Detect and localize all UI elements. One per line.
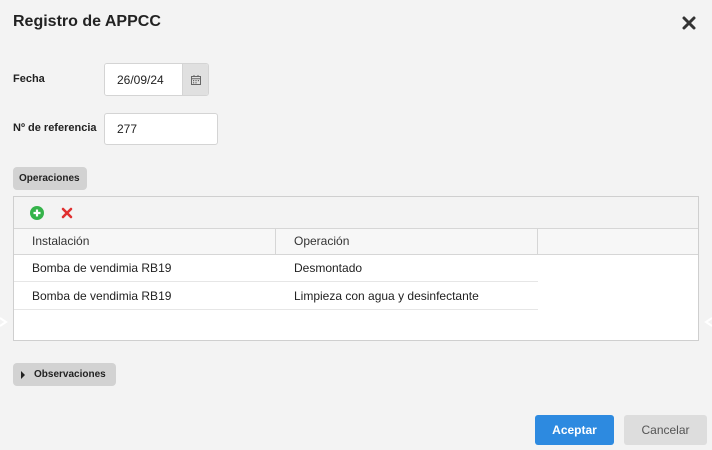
cancel-button[interactable]: Cancelar	[624, 415, 707, 445]
column-header-instalacion[interactable]: Instalación	[14, 229, 276, 254]
panel-edge-right-icon	[704, 317, 712, 327]
cell-instalacion: Bomba de vendimia RB19	[32, 261, 172, 275]
accept-button[interactable]: Aceptar	[535, 415, 614, 445]
operaciones-tab[interactable]: Operaciones	[13, 167, 87, 190]
table-row[interactable]: Bomba de vendimia RB19 Limpieza con agua…	[14, 283, 538, 310]
fecha-label: Fecha	[13, 73, 45, 85]
panel-edge-left-icon	[0, 317, 8, 327]
operaciones-tab-label: Operaciones	[19, 173, 80, 184]
cell-instalacion: Bomba de vendimia RB19	[32, 289, 172, 303]
calendar-icon	[191, 74, 201, 85]
add-operation-button[interactable]	[30, 206, 44, 220]
dialog-title: Registro de APPCC	[13, 13, 161, 30]
operaciones-toolbar	[14, 197, 698, 229]
add-circle-icon	[30, 206, 44, 220]
delete-x-icon	[61, 207, 73, 219]
fecha-input[interactable]	[105, 64, 182, 95]
calendar-button[interactable]	[182, 64, 208, 95]
close-button[interactable]	[680, 14, 698, 32]
operaciones-panel: Instalación Operación Bomba de vendimia …	[13, 196, 699, 341]
delete-operation-button[interactable]	[60, 206, 74, 220]
cell-operacion: Desmontado	[294, 261, 363, 275]
observaciones-tab[interactable]: Observaciones	[13, 363, 116, 386]
caret-right-icon	[21, 370, 25, 379]
close-icon	[682, 16, 696, 30]
referencia-input[interactable]	[104, 113, 218, 145]
fecha-field	[104, 63, 209, 96]
referencia-label: Nº de referencia	[13, 122, 97, 134]
grid-header: Instalación Operación	[14, 229, 698, 255]
table-row[interactable]: Bomba de vendimia RB19 Desmontado	[14, 255, 538, 282]
column-header-operacion[interactable]: Operación	[276, 229, 538, 254]
cell-operacion: Limpieza con agua y desinfectante	[294, 289, 479, 303]
appcc-dialog: Registro de APPCC Fecha Nº de referencia…	[0, 0, 712, 450]
observaciones-tab-label: Observaciones	[34, 369, 106, 380]
